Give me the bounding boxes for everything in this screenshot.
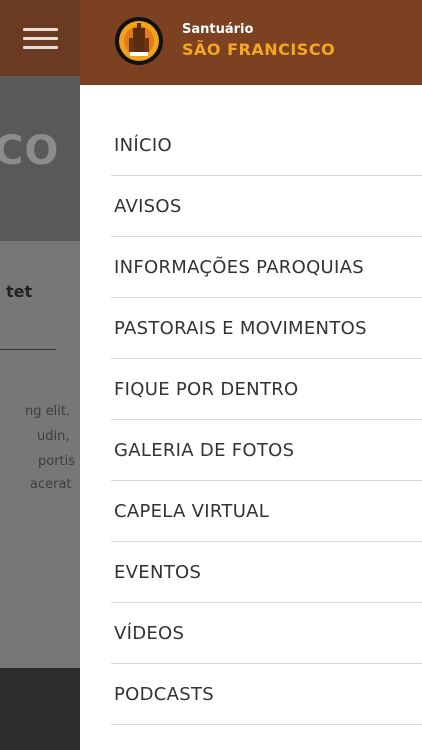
- menu-item-label: PASTORAIS E MOVIMENTOS: [114, 317, 367, 339]
- background-text-line: portis: [38, 454, 76, 469]
- menu-item-label: EVENTOS: [114, 561, 202, 583]
- menu-item-informacoes-paroquias[interactable]: INFORMAÇÕES PAROQUIAS: [111, 237, 422, 298]
- background-top-bar: [0, 0, 80, 76]
- menu-item-eventos[interactable]: EVENTOS: [111, 542, 422, 603]
- menu-item-label: INÍCIO: [114, 134, 172, 156]
- background-hero-text: CO: [0, 128, 60, 174]
- menu-item-capela-virtual[interactable]: CAPELA VIRTUAL: [111, 481, 422, 542]
- menu-item-label: GALERIA DE FOTOS: [114, 439, 295, 461]
- menu-item-label: CAPELA VIRTUAL: [114, 500, 270, 522]
- menu-item-avisos[interactable]: AVISOS: [111, 176, 422, 237]
- menu-item-label: INFORMAÇÕES PAROQUIAS: [114, 256, 364, 278]
- background-divider: [0, 349, 56, 350]
- background-footer: [0, 668, 80, 750]
- menu-item-label: PODCASTS: [114, 683, 215, 705]
- brand-title: SÃO FRANCISCO: [182, 40, 336, 59]
- background-heading: tet: [6, 282, 33, 301]
- background-text-line: udin,: [37, 429, 70, 444]
- menu-item-label: FIQUE POR DENTRO: [114, 378, 299, 400]
- hamburger-menu-icon[interactable]: [23, 28, 58, 50]
- background-page: CO tet ng elit. udin, portis acerat: [0, 0, 80, 750]
- menu-item-podcasts[interactable]: PODCASTS: [111, 664, 422, 725]
- drawer-menu: INÍCIO AVISOS INFORMAÇÕES PAROQUIAS PAST…: [111, 115, 422, 725]
- menu-item-videos[interactable]: VÍDEOS: [111, 603, 422, 664]
- brand-subtitle: Santuário: [182, 22, 254, 37]
- menu-item-label: AVISOS: [114, 195, 182, 217]
- menu-item-pastorais-e-movimentos[interactable]: PASTORAIS E MOVIMENTOS: [111, 298, 422, 359]
- santuario-logo: [115, 17, 163, 65]
- menu-item-label: VÍDEOS: [114, 622, 185, 644]
- menu-item-galeria-de-fotos[interactable]: GALERIA DE FOTOS: [111, 420, 422, 481]
- menu-item-inicio[interactable]: INÍCIO: [111, 115, 422, 176]
- background-text-line: acerat: [30, 477, 72, 492]
- drawer-header: Santuário SÃO FRANCISCO: [80, 0, 422, 85]
- menu-item-fique-por-dentro[interactable]: FIQUE POR DENTRO: [111, 359, 422, 420]
- navigation-drawer: Santuário SÃO FRANCISCO INÍCIO AVISOS IN…: [80, 0, 422, 750]
- background-text-line: ng elit.: [25, 404, 71, 419]
